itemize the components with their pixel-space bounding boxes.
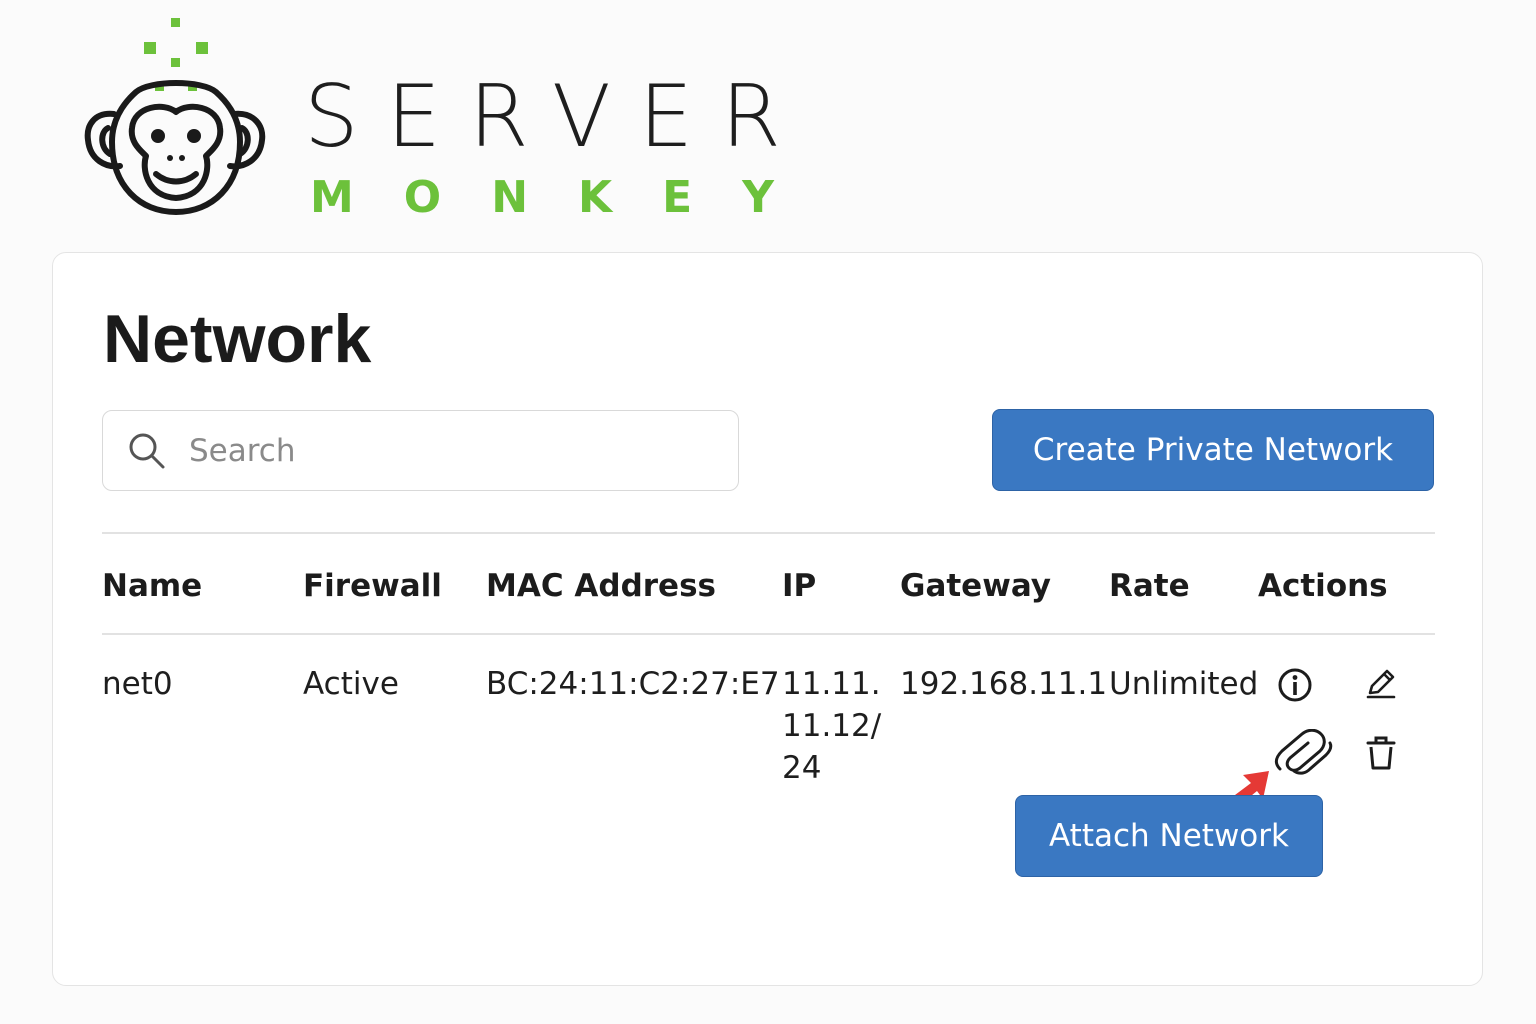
monkey-logo-icon — [84, 18, 266, 215]
cell-rate: Unlimited — [1109, 666, 1259, 702]
column-header-gateway: Gateway — [900, 568, 1052, 604]
column-header-rate: Rate — [1109, 568, 1190, 604]
brand-word-server: SERVER — [304, 67, 809, 167]
info-icon — [1278, 668, 1312, 702]
search-icon — [129, 433, 165, 468]
column-header-firewall: Firewall — [303, 568, 442, 604]
info-button[interactable] — [1275, 665, 1315, 705]
brand-logo: SERVER MONKEY — [84, 16, 804, 226]
column-header-ip: IP — [782, 568, 817, 604]
search-box[interactable] — [102, 410, 739, 491]
divider — [102, 532, 1435, 534]
create-private-network-button[interactable]: Create Private Network — [992, 409, 1434, 491]
cell-firewall: Active — [303, 666, 399, 702]
brand-word-monkey: MONKEY — [310, 172, 825, 223]
column-header-mac-address: MAC Address — [486, 568, 716, 604]
column-header-actions: Actions — [1258, 568, 1388, 604]
pencil-icon — [1366, 669, 1396, 699]
page: SERVER MONKEY Network Create Private Net… — [0, 0, 1536, 1024]
paperclip-icon — [1274, 729, 1333, 775]
attach-network-icon-button[interactable] — [1271, 727, 1335, 777]
cell-ip: 11.11.11.12/24 — [782, 666, 882, 786]
cell-gateway: 192.168.11.1 — [900, 666, 1108, 702]
page-title: Network — [103, 301, 372, 377]
attach-network-button[interactable]: Attach Network — [1015, 795, 1323, 877]
edit-button[interactable] — [1361, 663, 1401, 703]
column-header-name: Name — [102, 568, 203, 604]
trash-icon — [1366, 736, 1396, 770]
cell-name: net0 — [102, 666, 173, 702]
search-input[interactable] — [189, 432, 709, 469]
divider — [102, 633, 1435, 635]
cell-mac-address: BC:24:11:C2:27:E7 — [486, 666, 780, 702]
network-card: Network Create Private Network Name Fire… — [52, 252, 1483, 986]
delete-button[interactable] — [1363, 733, 1399, 773]
